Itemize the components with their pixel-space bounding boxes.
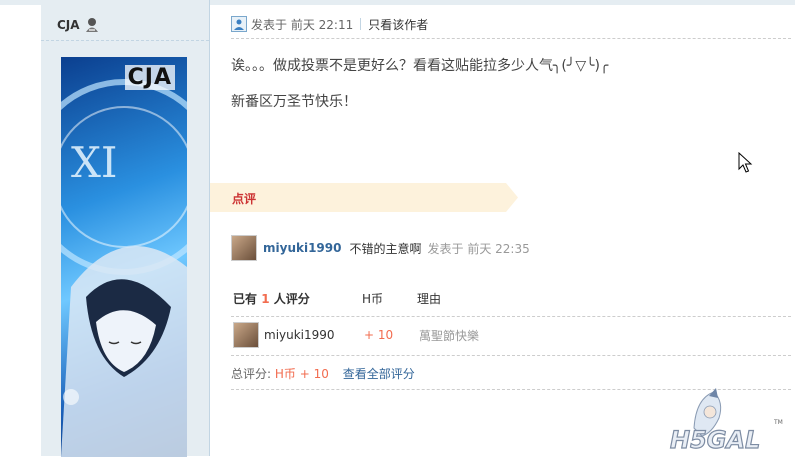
watermark-text: H5GAL [670,426,760,454]
author-info: CJA [57,15,99,35]
rating-separator [231,355,791,356]
rating-row: miyuki1990 + 10 萬聖節快樂 [233,322,479,348]
rating-reason: 萬聖節快樂 [419,328,480,343]
rating-count: 已有 1 人评分 [233,290,362,307]
sidebar-divider [41,40,209,41]
avatar-caption: CJA [124,65,175,90]
header-separator [231,38,791,39]
rating-col-currency: H币 [362,292,384,306]
post-header: 发表于 前天 22:11 只看该作者 [231,14,428,34]
header-divider [360,18,362,30]
post-line-1: 诶。。。做成投票不是更好么？看看这贴能拉多少人气╮(╯▽╰)╭ [231,58,609,74]
user-status-icon [85,18,98,32]
author-name[interactable]: CJA [57,18,80,32]
comment-time: 发表于 前天 22:35 [427,241,530,256]
rating-count-number: 1 [261,292,270,306]
site-watermark-logo: H5GAL TM [669,388,783,455]
comment-section-header: 点评 [210,183,518,212]
rating-separator [231,316,791,317]
commenter-avatar[interactable] [231,235,257,261]
trademark-mark: TM [773,419,783,426]
rating-total: 总评分: H币 + 10 查看全部评分 [231,365,415,382]
author-only-link[interactable]: 只看该作者 [368,16,428,33]
post-line-2: 新番区万圣节快乐！ [231,94,357,110]
post-time: 发表于 前天 22:11 [251,17,354,32]
rating-score: + 10 [364,328,394,342]
post-status-icon [231,16,247,32]
comment-item: miyuki1990 不错的主意啊 发表于 前天 22:35 [231,235,530,261]
rating-total-label: 总评分: [231,367,272,381]
rating-count-prefix: 已有 [233,292,258,306]
avatar-artwork: XI [61,79,187,457]
author-sidebar: CJA XI CJA [41,0,210,457]
mouse-cursor-icon [738,152,753,173]
rater-name[interactable]: miyuki1990 [264,328,364,342]
rater-avatar[interactable] [233,322,259,348]
author-avatar[interactable]: XI CJA [61,57,187,457]
rating-total-value: H币 + 10 [274,367,329,381]
comment-text: 不错的主意啊 [349,241,422,256]
rating-col-reason: 理由 [417,292,442,306]
commenter-name[interactable]: miyuki1990 [263,241,341,255]
svg-text:XI: XI [71,138,118,187]
comment-bar-shape [210,183,518,212]
post-content: 诶。。。做成投票不是更好么？看看这贴能拉多少人气╮(╯▽╰)╭ 新番区万圣节快乐… [231,56,608,128]
view-all-ratings-link[interactable]: 查看全部评分 [343,367,415,381]
comment-title: 点评 [232,192,257,206]
rating-header: 已有 1 人评分 H币 理由 [233,290,441,307]
rating-count-suffix: 人评分 [273,292,310,306]
